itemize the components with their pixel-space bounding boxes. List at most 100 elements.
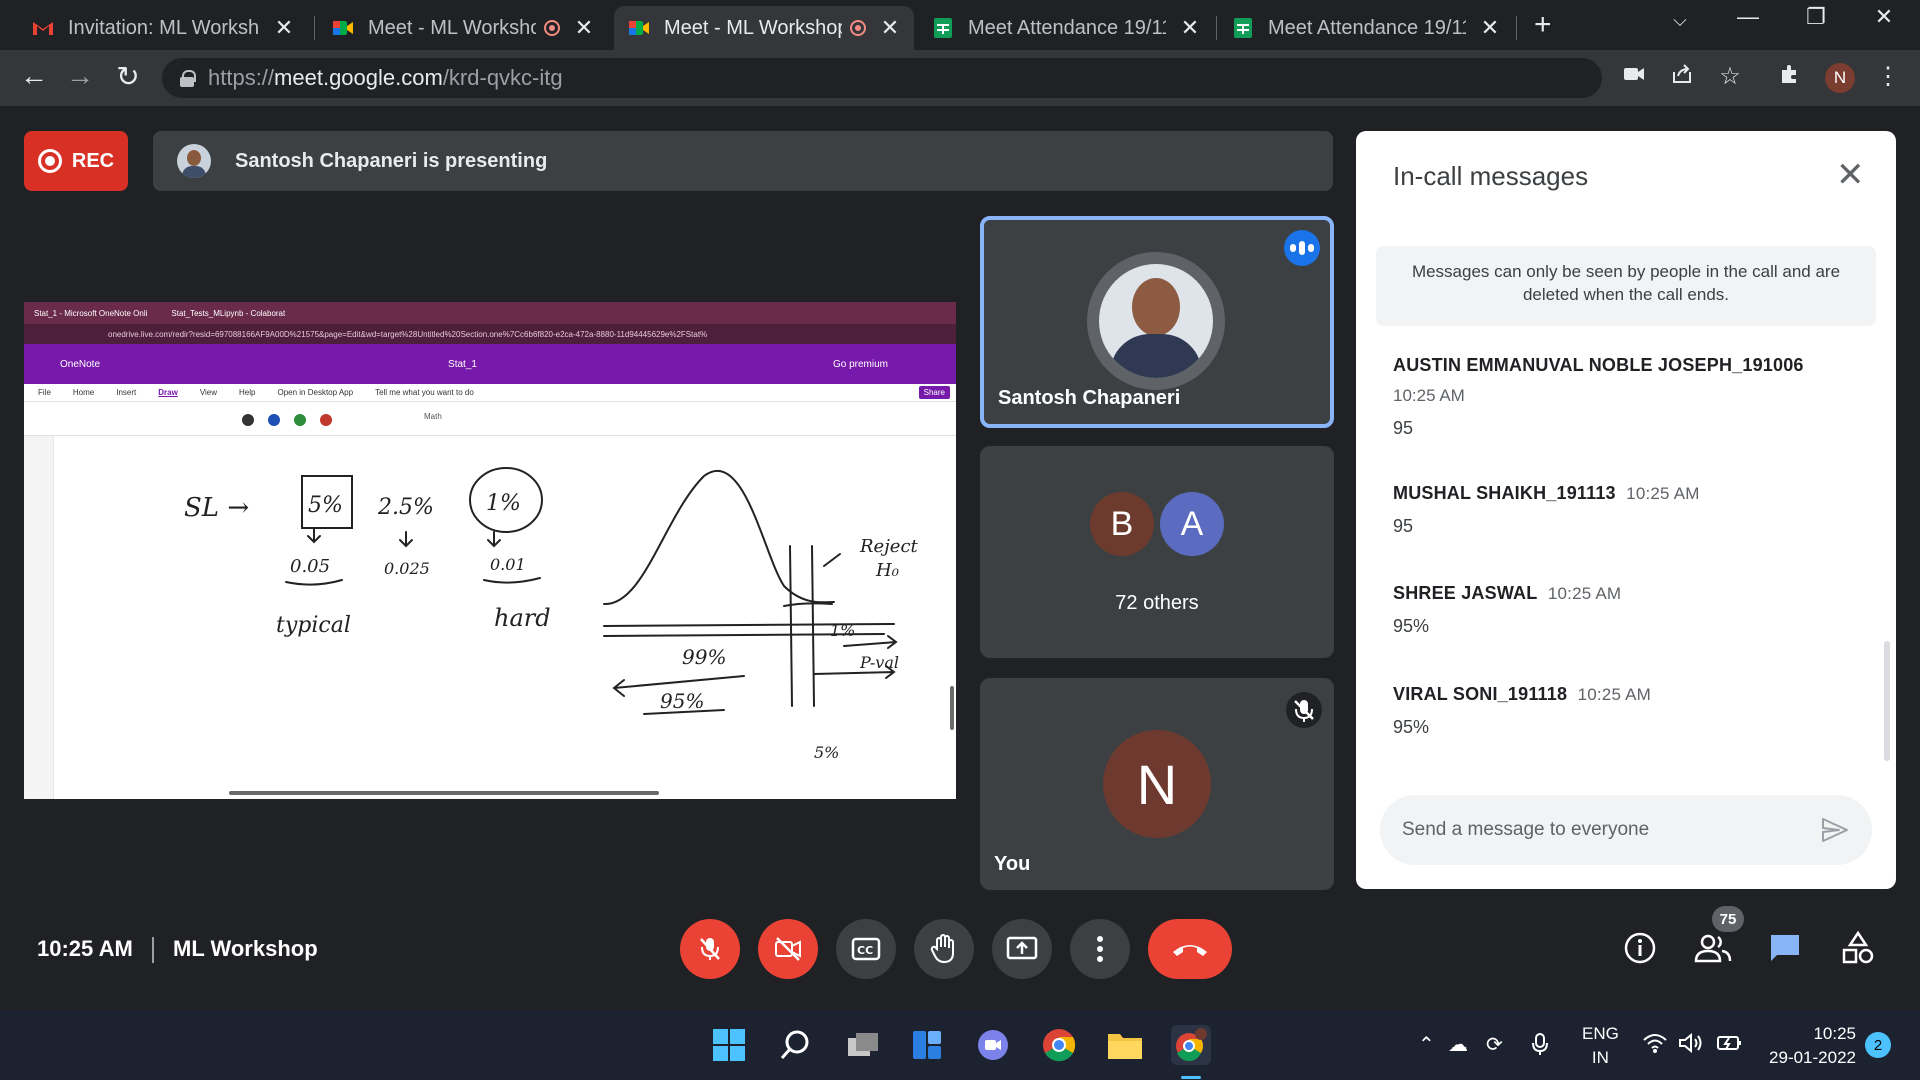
ink-level-5: 5% (308, 493, 343, 518)
address-bar[interactable]: https://meet.google.com/krd-qvkc-itg (162, 58, 1602, 98)
chrome-icon (1043, 1029, 1076, 1062)
start-button[interactable] (709, 1025, 749, 1065)
more-options-button[interactable] (1070, 919, 1130, 979)
profile-avatar[interactable]: N (1825, 63, 1855, 93)
others-tile[interactable]: B A 72 others (980, 446, 1334, 658)
close-chat-button[interactable]: ✕ (1836, 155, 1865, 195)
notification-badge[interactable]: 2 (1865, 1032, 1891, 1058)
ink-level-25: 2.5% (377, 495, 434, 520)
present-screen-button[interactable] (992, 919, 1052, 979)
close-window-button[interactable]: ✕ (1864, 4, 1904, 30)
ink-drawing: SL → 5% 2.5% 1% 0.05 0.025 0.01 typical … (184, 467, 954, 795)
canvas-scrollbar-h (229, 791, 659, 795)
people-icon (1694, 934, 1732, 963)
ink-reject: Reject (859, 536, 919, 557)
message-time: 10:25 AM (1626, 484, 1700, 503)
tab-attendance-2[interactable]: Meet Attendance 19/11/2 ✕ (1218, 6, 1514, 50)
widgets-button[interactable] (907, 1025, 947, 1065)
chat-button[interactable] (1765, 928, 1805, 968)
onenote-canvas: SL → 5% 2.5% 1% 0.05 0.025 0.01 typical … (24, 436, 956, 799)
tab-meet-active[interactable]: Meet - ML Workshop ✕ (614, 6, 914, 50)
chrome-profile-taskbar-button[interactable] (1171, 1025, 1211, 1065)
volume-icon[interactable] (1678, 1032, 1704, 1060)
presenter-tile[interactable]: Santosh Chapaneri (980, 216, 1334, 428)
others-count: 72 others (1115, 592, 1199, 614)
self-tile[interactable]: N You (980, 678, 1334, 890)
mic-toggle-button[interactable] (680, 919, 740, 979)
bookmark-star-icon[interactable]: ☆ (1714, 62, 1746, 91)
close-icon[interactable]: ✕ (274, 15, 294, 41)
back-button[interactable]: ← (16, 60, 52, 92)
search-button[interactable] (775, 1025, 815, 1065)
send-icon[interactable] (1820, 815, 1850, 845)
ink-hard: hard (494, 604, 551, 632)
camera-in-use-icon[interactable] (1618, 62, 1650, 93)
raise-hand-icon (930, 934, 954, 964)
people-button[interactable] (1693, 928, 1733, 968)
onenote-header: OneNote Stat_1 Go premium (24, 344, 956, 384)
ink-cutoff-lines (789, 545, 815, 707)
raise-hand-button[interactable] (914, 919, 974, 979)
tab-attendance-1[interactable]: Meet Attendance 19/11/2 ✕ (918, 6, 1214, 50)
message-sender: MUSHAL SHAIKH_191113 (1393, 483, 1616, 503)
teams-chat-button[interactable] (973, 1025, 1013, 1065)
onedrive-icon[interactable]: ☁ (1448, 1032, 1468, 1057)
ink-val-0025: 0.025 (384, 559, 430, 578)
sync-icon[interactable]: ⟳ (1486, 1032, 1503, 1057)
new-tab-button[interactable]: + (1534, 8, 1552, 42)
chat-scrollbar[interactable] (1884, 641, 1890, 761)
chat-message: SHREE JASWAL 10:25 AM 95% (1393, 583, 1863, 637)
share-icon[interactable] (1666, 62, 1698, 93)
message-text: 95% (1393, 717, 1430, 737)
chat-message-input[interactable]: Send a message to everyone (1380, 795, 1872, 865)
close-icon[interactable]: ✕ (880, 15, 900, 41)
extensions-icon[interactable] (1774, 62, 1806, 93)
mic-off-icon (700, 938, 720, 960)
math-tool: Math (424, 412, 442, 421)
meeting-details-button[interactable] (1620, 928, 1660, 968)
message-sender: AUSTIN EMMANUVAL NOBLE JOSEPH_191006 (1393, 355, 1804, 375)
tab-search-chevron-icon[interactable]: ⌵ (1660, 10, 1700, 31)
chrome-taskbar-button[interactable] (1039, 1025, 1079, 1065)
ink-h0: H₀ (875, 560, 899, 581)
ink-underline-2 (483, 577, 541, 584)
input-language[interactable]: ENG IN (1582, 1022, 1619, 1070)
avatar: B (1090, 492, 1154, 556)
ink-1pct: 1% (830, 621, 855, 640)
ribbon-insert: Insert (116, 388, 137, 397)
message-text: 95 (1393, 418, 1414, 438)
minimize-button[interactable]: — (1728, 4, 1768, 30)
wifi-icon[interactable] (1642, 1032, 1668, 1060)
sheets-icon (1234, 18, 1252, 38)
system-clock[interactable]: 10:25 29-01-2022 (1760, 1022, 1856, 1070)
shared-url: onedrive.live.com/redir?resid=697088166A… (108, 329, 708, 339)
captions-button[interactable]: CC (836, 919, 896, 979)
tab-label: Meet Attendance 19/11/2 (1268, 16, 1466, 39)
leave-call-button[interactable] (1148, 919, 1232, 979)
message-sender: VIRAL SONI_191118 (1393, 684, 1568, 704)
battery-icon[interactable] (1714, 1032, 1742, 1060)
activities-button[interactable] (1838, 928, 1878, 968)
onenote-file-name: Stat_1 (448, 358, 477, 370)
tab-meet-1[interactable]: Meet - ML Workshop ✕ (318, 6, 608, 50)
microphone-tray-icon[interactable] (1530, 1032, 1550, 1062)
url-path: /krd-qvkc-itg (442, 65, 563, 90)
chat-input-placeholder: Send a message to everyone (1402, 819, 1650, 840)
close-icon[interactable]: ✕ (1180, 15, 1200, 41)
file-explorer-button[interactable] (1105, 1025, 1145, 1065)
windows-taskbar (0, 1010, 1920, 1080)
task-view-button[interactable] (843, 1025, 883, 1065)
ink-arrow-3 (487, 531, 501, 548)
reload-button[interactable]: ↻ (110, 60, 146, 93)
browser-menu-icon[interactable]: ⋮ (1872, 62, 1904, 91)
camera-toggle-button[interactable] (758, 919, 818, 979)
forward-button[interactable]: → (62, 60, 98, 92)
presenter-name: Santosh Chapaneri (998, 387, 1181, 409)
restore-button[interactable]: ❐ (1796, 4, 1836, 30)
more-vert-icon (1097, 936, 1103, 962)
tray-overflow-icon[interactable]: ⌃ (1418, 1032, 1435, 1057)
tab-gmail-invitation[interactable]: Invitation: ML Workshop ( ✕ (18, 6, 308, 50)
message-time: 10:25 AM (1393, 386, 1465, 405)
close-icon[interactable]: ✕ (1480, 15, 1500, 41)
close-icon[interactable]: ✕ (574, 15, 594, 41)
